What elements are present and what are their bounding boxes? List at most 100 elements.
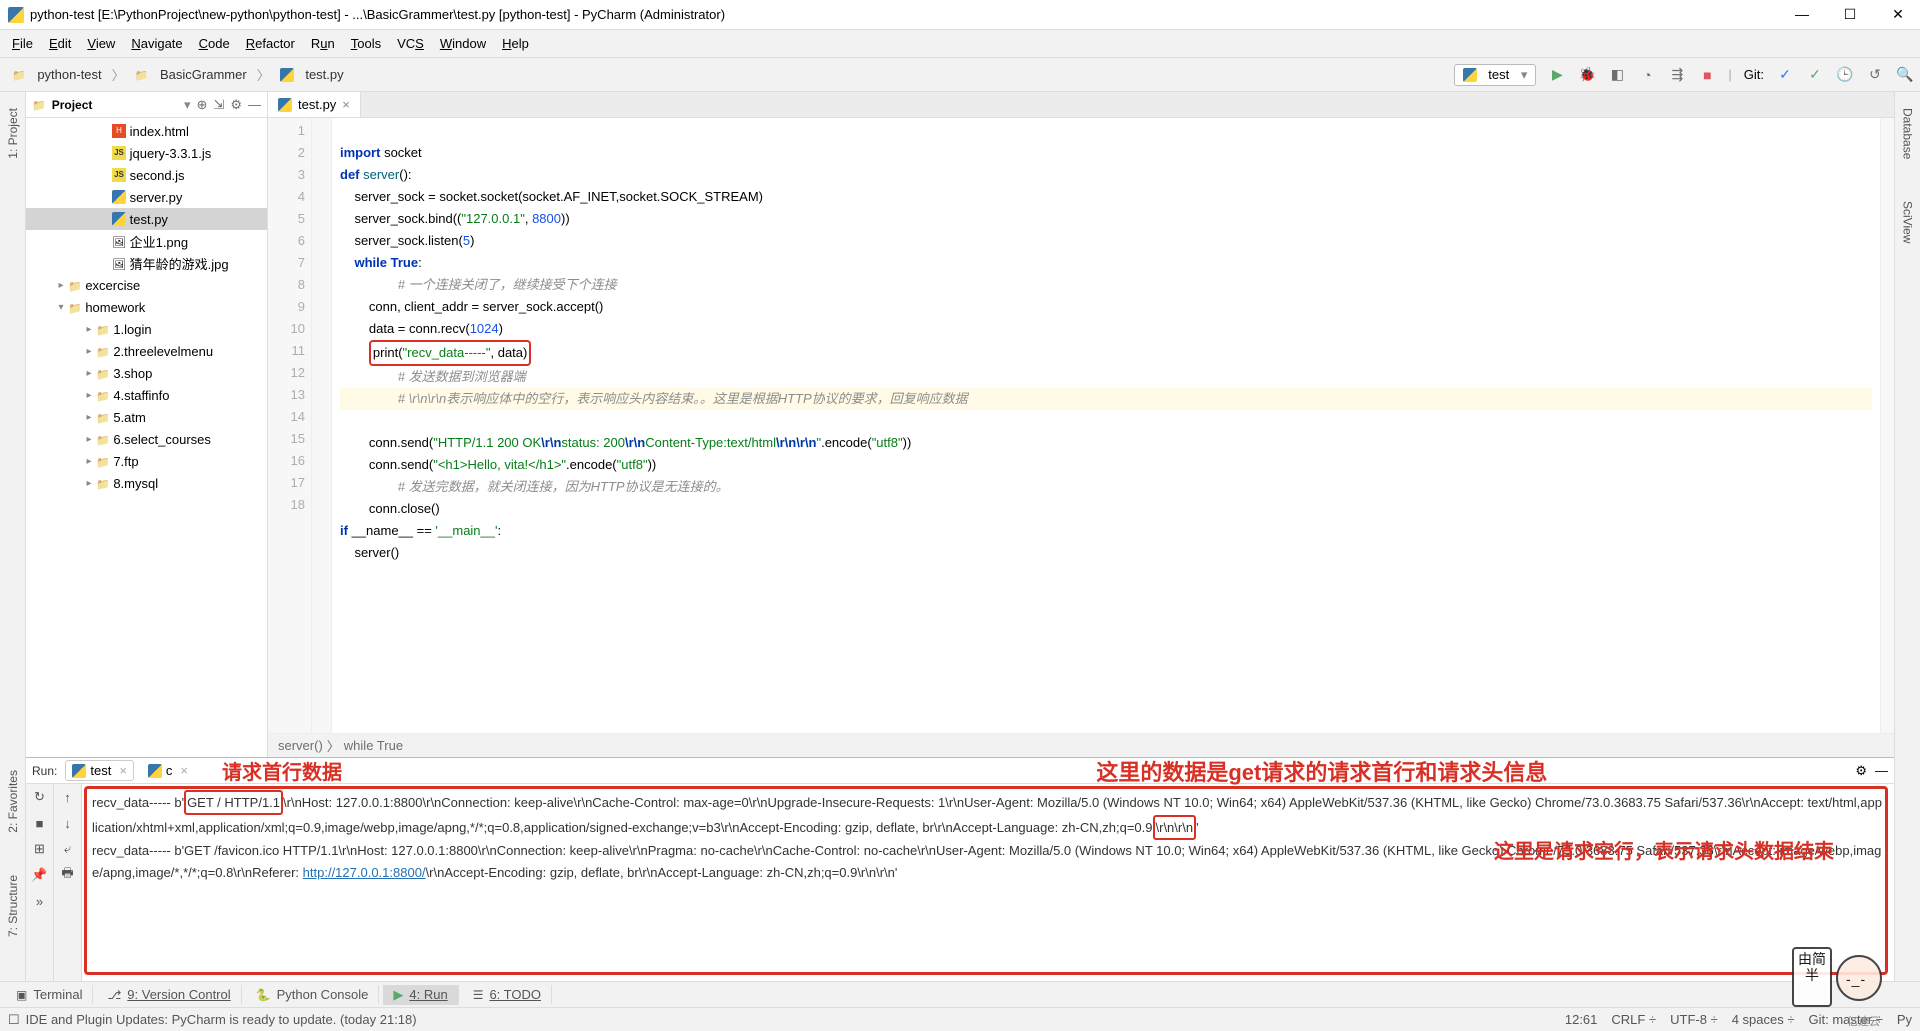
tool-tab-project[interactable]: 1: Project bbox=[4, 102, 22, 165]
tool-terminal[interactable]: ▣ Terminal bbox=[6, 985, 93, 1004]
expand-icon[interactable]: ▾ bbox=[54, 302, 68, 313]
maximize-button[interactable]: ☐ bbox=[1836, 6, 1864, 23]
tool-run[interactable]: ▶ 4: Run bbox=[383, 985, 458, 1005]
project-folder-6.select_courses[interactable]: ▸ 6.select_courses bbox=[26, 428, 267, 450]
menu-edit[interactable]: Edit bbox=[41, 32, 79, 55]
run-hide-icon[interactable]: — bbox=[1875, 763, 1888, 778]
pin-icon[interactable]: 📌 bbox=[31, 866, 49, 884]
expand-icon[interactable]: ▸ bbox=[82, 346, 96, 357]
breadcrumb-folder[interactable]: BasicGrammer bbox=[129, 65, 253, 84]
tool-todo[interactable]: ☰ 6: TODO bbox=[463, 985, 552, 1004]
expand-icon[interactable]: ▸ bbox=[82, 390, 96, 401]
rerun-icon[interactable]: ↻ bbox=[31, 788, 49, 806]
status-encoding[interactable]: UTF-8 ÷ bbox=[1670, 1012, 1718, 1027]
down-icon[interactable]: ↓ bbox=[59, 814, 77, 832]
code-text[interactable]: import socket def server(): server_sock … bbox=[332, 118, 1880, 733]
expand-icon[interactable]: ▸ bbox=[82, 434, 96, 445]
tool-tab-favorites[interactable]: 2: Favorites bbox=[4, 764, 22, 839]
expand-icon[interactable]: ▸ bbox=[82, 412, 96, 423]
breadcrumb-file[interactable]: test.py bbox=[274, 65, 350, 84]
project-file-jquery-3.3.1.js[interactable]: JS jquery-3.3.1.js bbox=[26, 142, 267, 164]
menu-vcs[interactable]: VCS bbox=[389, 32, 432, 55]
locate-icon[interactable]: ⊕ bbox=[197, 97, 208, 113]
minimize-button[interactable]: — bbox=[1788, 6, 1816, 23]
menu-help[interactable]: Help bbox=[494, 32, 537, 55]
coverage-button[interactable]: ◧ bbox=[1608, 66, 1626, 84]
menu-tools[interactable]: Tools bbox=[343, 32, 389, 55]
concurrency-button[interactable]: ⇶ bbox=[1668, 66, 1686, 84]
stop-button[interactable]: ■ bbox=[1698, 66, 1716, 84]
hide-icon[interactable]: — bbox=[248, 97, 261, 112]
crumb[interactable]: while True bbox=[344, 738, 403, 753]
profile-button[interactable]: ◔ bbox=[1638, 66, 1656, 84]
project-folder-4.staffinfo[interactable]: ▸ 4.staffinfo bbox=[26, 384, 267, 406]
project-folder-1.login[interactable]: ▸ 1.login bbox=[26, 318, 267, 340]
run-button[interactable]: ▶ bbox=[1548, 66, 1566, 84]
run-tab-c[interactable]: c× bbox=[142, 761, 194, 780]
menu-file[interactable]: File bbox=[4, 32, 41, 55]
editor-tab-testpy[interactable]: test.py × bbox=[268, 92, 361, 117]
tool-tab-sciview[interactable]: SciView bbox=[1899, 195, 1917, 249]
project-view-dropdown[interactable]: ▾ bbox=[184, 97, 191, 113]
project-file-second.js[interactable]: JS second.js bbox=[26, 164, 267, 186]
project-folder-3.shop[interactable]: ▸ 3.shop bbox=[26, 362, 267, 384]
expand-icon[interactable]: ▸ bbox=[54, 280, 68, 291]
layout-icon[interactable]: ⊞ bbox=[31, 840, 49, 858]
project-file-test.py[interactable]: test.py bbox=[26, 208, 267, 230]
fold-gutter[interactable] bbox=[312, 118, 332, 733]
expand-icon[interactable]: ▸ bbox=[82, 368, 96, 379]
vcs-commit-icon[interactable]: ✓ bbox=[1806, 66, 1824, 84]
debug-button[interactable]: 🐞 bbox=[1578, 66, 1596, 84]
project-folder-8.mysql[interactable]: ▸ 8.mysql bbox=[26, 472, 267, 494]
expand-icon[interactable]: ▸ bbox=[82, 456, 96, 467]
tool-python-console[interactable]: 🐍 Python Console bbox=[246, 985, 380, 1004]
print-icon[interactable]: 🖶 bbox=[59, 866, 77, 884]
breadcrumb-root[interactable]: python-test bbox=[6, 65, 108, 84]
expand-icon[interactable]: ▸ bbox=[82, 478, 96, 489]
tab-close-icon[interactable]: × bbox=[342, 97, 350, 112]
expand-icon[interactable]: ▸ bbox=[82, 324, 96, 335]
menu-code[interactable]: Code bbox=[191, 32, 238, 55]
close-button[interactable]: ✕ bbox=[1884, 6, 1912, 23]
project-file-index.html[interactable]: H index.html bbox=[26, 120, 267, 142]
vcs-revert-icon[interactable]: ↺ bbox=[1866, 66, 1884, 84]
referer-link[interactable]: http://127.0.0.1:8800/ bbox=[303, 865, 426, 880]
project-folder-7.ftp[interactable]: ▸ 7.ftp bbox=[26, 450, 267, 472]
status-indent[interactable]: 4 spaces ÷ bbox=[1732, 1012, 1795, 1027]
tool-vcs[interactable]: ⎇ 9: Version Control bbox=[97, 985, 241, 1004]
run-tab-test[interactable]: test× bbox=[65, 760, 134, 781]
error-stripe[interactable] bbox=[1880, 118, 1894, 733]
project-folder-2.threelevelmenu[interactable]: ▸ 2.threelevelmenu bbox=[26, 340, 267, 362]
run-output[interactable]: recv_data----- b'GET / HTTP/1.1\r\nHost:… bbox=[82, 784, 1894, 981]
run-settings-icon[interactable]: ⚙ bbox=[1855, 763, 1867, 779]
wrap-icon[interactable]: ⤶ bbox=[59, 840, 77, 858]
project-folder-homework[interactable]: ▾ homework bbox=[26, 296, 267, 318]
vcs-update-icon[interactable]: ✓ bbox=[1776, 66, 1794, 84]
status-caret-pos[interactable]: 12:61 bbox=[1565, 1012, 1598, 1027]
project-file-企业1.png[interactable]: 企业1.png bbox=[26, 230, 267, 252]
run-config-selector[interactable]: test ▾ bbox=[1454, 64, 1537, 86]
code-editor[interactable]: 123456789101112131415161718 import socke… bbox=[268, 118, 1894, 733]
crumb[interactable]: server() bbox=[278, 738, 323, 753]
stop-icon[interactable]: ■ bbox=[31, 814, 49, 832]
collapse-icon[interactable]: ⇲ bbox=[213, 97, 224, 113]
search-icon[interactable]: 🔍 bbox=[1896, 66, 1914, 84]
more-icon[interactable]: » bbox=[31, 892, 49, 910]
menu-window[interactable]: Window bbox=[432, 32, 494, 55]
status-interpreter[interactable]: Py bbox=[1897, 1012, 1912, 1027]
tool-tab-structure[interactable]: 7: Structure bbox=[4, 869, 22, 943]
project-tree[interactable]: H index.htmlJS jquery-3.3.1.jsJS second.… bbox=[26, 118, 267, 757]
menu-refactor[interactable]: Refactor bbox=[238, 32, 303, 55]
project-file-猜年龄的游戏.jpg[interactable]: 猜年龄的游戏.jpg bbox=[26, 252, 267, 274]
settings-icon[interactable]: ⚙ bbox=[230, 97, 242, 113]
menu-navigate[interactable]: Navigate bbox=[123, 32, 190, 55]
project-file-server.py[interactable]: server.py bbox=[26, 186, 267, 208]
tool-tab-database[interactable]: Database bbox=[1899, 102, 1917, 165]
project-folder-5.atm[interactable]: ▸ 5.atm bbox=[26, 406, 267, 428]
status-eol[interactable]: CRLF ÷ bbox=[1611, 1012, 1656, 1027]
vcs-history-icon[interactable]: 🕒 bbox=[1836, 66, 1854, 84]
menu-view[interactable]: View bbox=[79, 32, 123, 55]
menu-run[interactable]: Run bbox=[303, 32, 343, 55]
project-folder-excercise[interactable]: ▸ excercise bbox=[26, 274, 267, 296]
up-icon[interactable]: ↑ bbox=[59, 788, 77, 806]
